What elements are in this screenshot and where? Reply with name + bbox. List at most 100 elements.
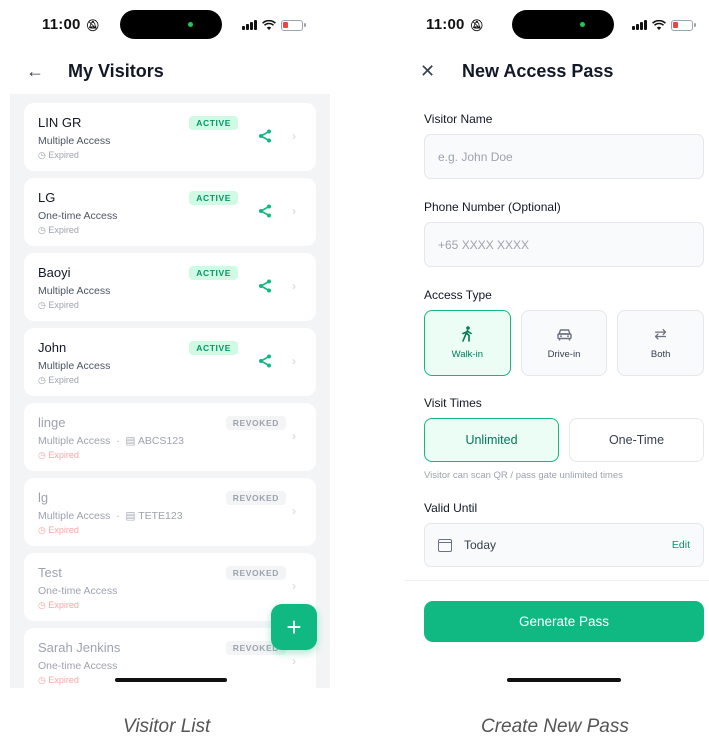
car-icon [556, 326, 572, 342]
car-icon: ▤ [125, 435, 136, 447]
share-icon[interactable] [258, 354, 272, 368]
chevron-right-icon[interactable]: › [292, 204, 296, 218]
dynamic-island [120, 10, 222, 39]
visitor-expiry: ◷ Expired [38, 525, 79, 535]
visitor-name: LG [38, 190, 56, 205]
new-pass-form: Visitor Name e.g. John Doe Phone Number … [424, 112, 705, 567]
chevron-right-icon[interactable]: › [292, 429, 296, 443]
wifi-icon [652, 19, 666, 30]
system-icons [242, 18, 306, 32]
clock-icon: ◷ [38, 525, 46, 535]
battery-low-icon [281, 19, 306, 31]
share-icon[interactable] [258, 279, 272, 293]
visit-times-label: Visit Times [424, 396, 482, 410]
visitor-expiry: ◷ Expired [38, 600, 79, 610]
swap-arrows-icon: ⇄ [654, 326, 667, 343]
footer-divider [404, 580, 709, 581]
dynamic-island [512, 10, 614, 39]
visitor-name: Baoyi [38, 265, 71, 280]
bell-muted-icon: 🔕︎ [466, 20, 484, 32]
close-icon[interactable]: ✕ [420, 61, 442, 82]
share-icon[interactable] [258, 129, 272, 143]
valid-until-edit-button[interactable]: Edit [672, 539, 690, 551]
visitor-card[interactable]: LIN GR Multiple Access ◷ Expired ACTIVE › [24, 103, 316, 171]
visitor-card[interactable]: lg Multiple Access · ▤ TETE123 ◷ Expired RE… [24, 478, 316, 546]
status-badge: REVOKED [225, 416, 286, 430]
visitor-access-type: Multiple Access · ▤ ABCS123 [38, 435, 184, 447]
visit-times-one-time[interactable]: One-Time [569, 418, 704, 462]
visit-times-unlimited[interactable]: Unlimited [424, 418, 559, 462]
system-icons [632, 18, 696, 32]
visitor-access-type: Multiple Access · ▤ TETE123 [38, 510, 183, 522]
status-time: 11:00 🔕︎ [426, 16, 484, 33]
page-title: My Visitors [68, 60, 164, 81]
vehicle-plate: · ▤ TETE123 [110, 510, 183, 522]
access-type-both[interactable]: ⇄ Both [617, 310, 705, 376]
visitor-list[interactable]: LIN GR Multiple Access ◷ Expired ACTIVE › LG O… [10, 94, 330, 688]
visitor-name-label: Visitor Name [424, 112, 493, 126]
chevron-right-icon[interactable]: › [292, 654, 296, 668]
share-icon[interactable] [258, 204, 272, 218]
home-indicator[interactable] [115, 678, 227, 682]
chevron-right-icon[interactable]: › [292, 504, 296, 518]
clock-icon: ◷ [38, 675, 46, 685]
chevron-right-icon[interactable]: › [292, 279, 296, 293]
visitor-expiry: ◷ Expired [38, 150, 79, 160]
back-arrow-icon[interactable]: ← [26, 61, 48, 82]
create-pass-caption: Create New Pass [481, 716, 629, 737]
access-type-both-label: Both [650, 349, 671, 360]
clock-icon: ◷ [38, 600, 46, 610]
access-type-walk-in-label: Walk-in [451, 349, 483, 360]
visitor-card[interactable]: linge Multiple Access · ▤ ABCS123 ◷ Expire… [24, 403, 316, 471]
status-badge: ACTIVE [189, 341, 238, 355]
valid-until-value: Today [464, 538, 497, 552]
status-badge: ACTIVE [189, 266, 238, 280]
chevron-right-icon[interactable]: › [292, 354, 296, 368]
battery-low-icon [671, 19, 696, 31]
new-pass-header: ✕ New Access Pass [404, 58, 709, 84]
signal-icon [632, 20, 647, 30]
status-badge: ACTIVE [189, 191, 238, 205]
visitor-expiry: ◷ Expired [38, 450, 79, 460]
valid-until-field[interactable]: Today Edit [424, 523, 704, 567]
signal-icon [242, 20, 257, 30]
valid-until-label: Valid Until [424, 501, 478, 515]
visitor-access-type: One-time Access [38, 585, 118, 597]
phone-number-label: Phone Number (Optional) [424, 200, 561, 214]
visitor-expiry: ◷ Expired [38, 300, 79, 310]
visitor-list-caption: Visitor List [123, 716, 211, 737]
phone-number-input[interactable]: +65 XXXX XXXX [424, 222, 704, 267]
clock-icon: ◷ [38, 375, 46, 385]
status-time: 11:00 🔕︎ [42, 16, 100, 33]
car-icon: ▤ [125, 510, 136, 522]
generate-pass-button[interactable]: Generate Pass [424, 601, 704, 642]
clock-icon: ◷ [38, 225, 46, 235]
chevron-right-icon[interactable]: › [292, 579, 296, 593]
camera-indicator-dot [580, 22, 585, 27]
access-type-walk-in[interactable]: Walk-in [424, 310, 511, 376]
access-type-selector: Walk-in Drive-in ⇄ Both [424, 310, 705, 376]
visitor-name-input[interactable]: e.g. John Doe [424, 134, 704, 179]
access-type-label: Access Type [424, 288, 492, 302]
status-badge: REVOKED [225, 491, 286, 505]
visitor-name: John [38, 340, 67, 355]
visitor-expiry: ◷ Expired [38, 225, 79, 235]
status-badge: REVOKED [225, 566, 286, 580]
visitor-name: LIN GR [38, 115, 82, 130]
visitor-expiry: ◷ Expired [38, 375, 79, 385]
visitor-card[interactable]: LG One-time Access ◷ Expired ACTIVE › [24, 178, 316, 246]
chevron-right-icon[interactable]: › [292, 129, 296, 143]
camera-indicator-dot [188, 22, 193, 27]
vehicle-plate: · ▤ ABCS123 [110, 435, 184, 447]
visitor-card[interactable]: John Multiple Access ◷ Expired ACTIVE › [24, 328, 316, 396]
page-title: New Access Pass [462, 60, 614, 81]
clock-icon: ◷ [38, 300, 46, 310]
access-type-drive-in-label: Drive-in [547, 349, 581, 360]
new-pass-screen: 11:00 🔕︎ ✕ New Access Pass Visitor Name … [404, 0, 709, 700]
visitor-card[interactable]: Baoyi Multiple Access ◷ Expired ACTIVE › [24, 253, 316, 321]
access-type-drive-in[interactable]: Drive-in [520, 310, 608, 376]
status-bar: 11:00 🔕︎ [404, 10, 709, 40]
add-visitor-button[interactable]: + [271, 604, 317, 650]
home-indicator[interactable] [507, 678, 621, 682]
status-bar: 11:00 🔕︎ [10, 10, 330, 40]
